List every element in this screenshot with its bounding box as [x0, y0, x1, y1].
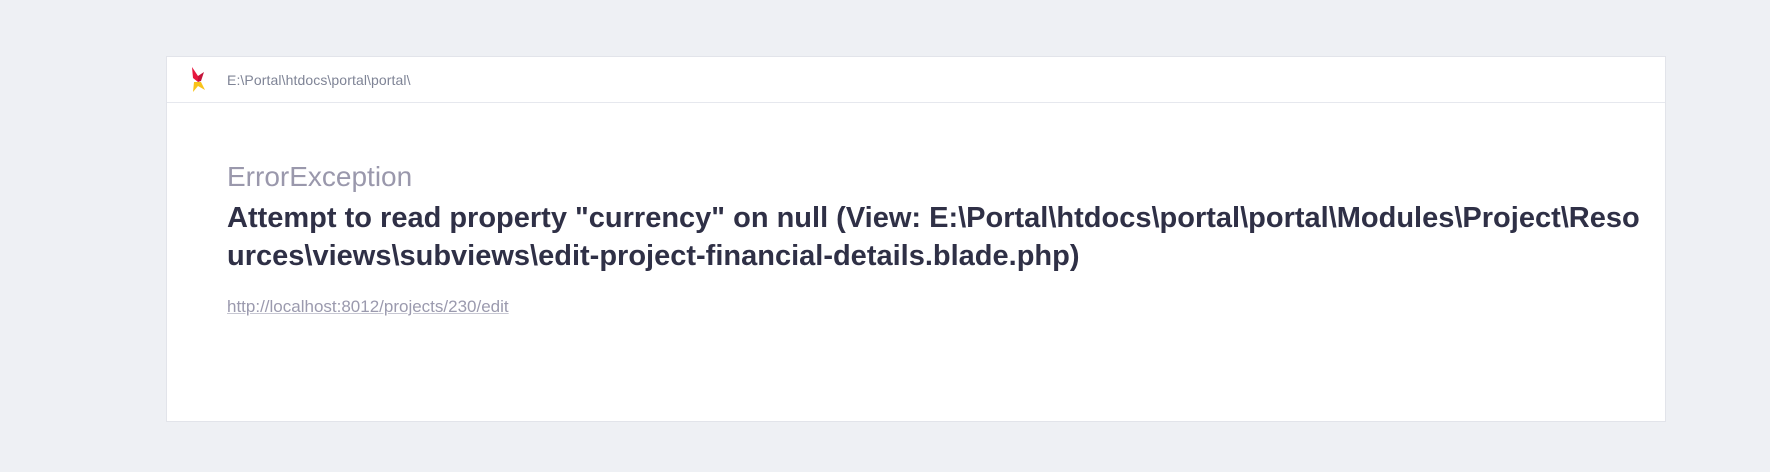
ignition-logo-icon: [192, 66, 205, 92]
error-body: ErrorException Attempt to read property …: [167, 103, 1665, 317]
card-header: E:\Portal\htdocs\portal\portal\: [167, 57, 1665, 103]
error-message: Attempt to read property "currency" on n…: [227, 202, 1640, 272]
exception-class: ErrorException: [227, 161, 413, 192]
error-card: E:\Portal\htdocs\portal\portal\ ErrorExc…: [166, 56, 1666, 422]
project-path: E:\Portal\htdocs\portal\portal\: [227, 71, 411, 88]
request-url-link[interactable]: http://localhost:8012/projects/230/edit: [227, 297, 509, 317]
